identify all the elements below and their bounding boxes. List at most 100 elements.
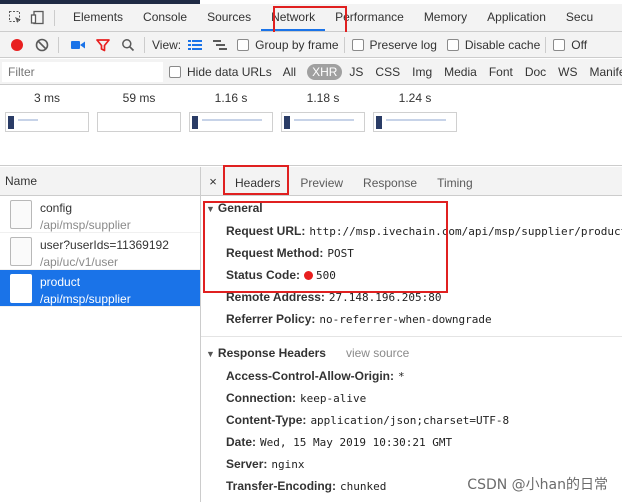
- thumb-sidebar: [192, 116, 198, 129]
- divider: [54, 9, 55, 26]
- filter-type-manifest[interactable]: Manifest: [585, 64, 622, 80]
- watermark: CSDN @小han的日常: [467, 477, 608, 493]
- thumb-content: [18, 119, 38, 121]
- thumb-content: [386, 119, 446, 121]
- network-toolbar: View: Group by frame Preserve log Disabl…: [0, 32, 622, 58]
- filmstrip-frame[interactable]: 3 ms: [5, 91, 89, 132]
- checkbox-box: [351, 38, 364, 51]
- header-row: Access-Control-Allow-Origin: *: [206, 365, 622, 387]
- frame-thumbnail: [5, 112, 89, 132]
- tab-memory[interactable]: Memory: [414, 4, 477, 31]
- header-key: Access-Control-Allow-Origin:: [226, 369, 395, 383]
- general-section-header[interactable]: ▼ General: [206, 196, 622, 220]
- header-value: Wed, 15 May 2019 10:30:21 GMT: [260, 436, 453, 449]
- header-key: Request URL:: [226, 224, 306, 238]
- filmstrip-frame[interactable]: 59 ms: [97, 91, 181, 132]
- tab-security[interactable]: Secu: [556, 4, 603, 31]
- frame-thumbnail: [373, 112, 457, 132]
- header-value: 27.148.196.205:80: [328, 291, 442, 304]
- filter-type-js[interactable]: JS: [344, 64, 368, 80]
- request-row[interactable]: config /api/msp/supplier: [0, 196, 200, 233]
- clear-icon[interactable]: [31, 34, 53, 56]
- tab-performance[interactable]: Performance: [325, 4, 414, 31]
- tab-console[interactable]: Console: [133, 4, 197, 31]
- filter-type-ws[interactable]: WS: [553, 64, 582, 80]
- tab-response[interactable]: Response: [353, 167, 427, 196]
- tab-timing[interactable]: Timing: [427, 167, 483, 196]
- list-view-icon[interactable]: [184, 34, 206, 56]
- filter-type-media[interactable]: Media: [439, 64, 482, 80]
- thumb-sidebar: [376, 116, 382, 129]
- header-row: Content-Type: application/json;charset=UT…: [206, 409, 622, 431]
- general-section: ▼ General Request URL: http://msp.ivechain…: [201, 196, 622, 330]
- hide-data-urls-checkbox[interactable]: Hide data URLs: [169, 65, 272, 79]
- frame-time: 1.16 s: [214, 91, 248, 105]
- search-icon[interactable]: [117, 34, 139, 56]
- header-key: Status Code:: [226, 268, 301, 282]
- tab-network[interactable]: Network: [261, 4, 326, 31]
- group-by-frame-checkbox[interactable]: Group by frame: [237, 37, 339, 52]
- section-divider: [201, 336, 622, 337]
- filmstrip-frame[interactable]: 1.16 s: [189, 91, 273, 132]
- video-icon[interactable]: [67, 34, 89, 56]
- tab-preview[interactable]: Preview: [290, 167, 353, 196]
- header-key: Referrer Policy:: [226, 312, 316, 326]
- header-value: http://msp.ivechain.com/api/msp/supplier…: [309, 225, 622, 238]
- thumb-sidebar: [8, 116, 14, 129]
- checkbox-box: [237, 38, 250, 51]
- view-label: View:: [152, 37, 182, 52]
- filter-type-css[interactable]: CSS: [370, 64, 405, 80]
- filter-type-doc[interactable]: Doc: [520, 64, 551, 80]
- hide-data-urls-label: Hide data URLs: [187, 64, 272, 79]
- disable-cache-checkbox[interactable]: Disable cache: [446, 37, 541, 52]
- filter-type-all[interactable]: All: [278, 64, 301, 80]
- header-row-status-code: Status Code: 500: [206, 264, 622, 286]
- inspect-icon[interactable]: [4, 7, 26, 29]
- file-icon: [10, 274, 32, 303]
- filter-type-img[interactable]: Img: [407, 64, 437, 80]
- details-tabbar: × Headers Preview Response Timing: [201, 167, 622, 196]
- name-column-header[interactable]: Name: [0, 167, 200, 196]
- header-key: Remote Address:: [226, 290, 325, 304]
- thumb-content: [294, 119, 354, 121]
- filter-input[interactable]: [2, 61, 163, 82]
- checkbox-box: [446, 38, 459, 51]
- header-row-remote-address: Remote Address: 27.148.196.205:80: [206, 286, 622, 308]
- request-row-selected[interactable]: product /api/msp/supplier: [0, 270, 200, 307]
- header-value: chunked: [340, 480, 387, 493]
- divider: [58, 36, 59, 53]
- request-path: /api/msp/supplier: [40, 292, 131, 306]
- record-icon[interactable]: [6, 34, 28, 56]
- header-row-request-method: Request Method: POST: [206, 242, 622, 264]
- filmstrip-frame[interactable]: 1.24 s: [373, 91, 457, 132]
- response-headers-title: Response Headers: [217, 346, 326, 360]
- header-key: Date:: [226, 435, 257, 449]
- disable-cache-label: Disable cache: [464, 37, 541, 52]
- response-headers-section-header[interactable]: ▼ Response Headers view source: [206, 341, 622, 365]
- device-toggle-icon[interactable]: [26, 7, 48, 29]
- tab-sources[interactable]: Sources: [197, 4, 261, 31]
- frame-time: 59 ms: [122, 91, 156, 105]
- tab-headers[interactable]: Headers: [225, 167, 290, 196]
- devtools-tabbar: Elements Console Sources Network Perform…: [0, 4, 622, 32]
- filter-type-xhr[interactable]: XHR: [307, 63, 343, 80]
- offline-checkbox[interactable]: Off: [553, 38, 587, 52]
- group-by-frame-label: Group by frame: [255, 37, 339, 52]
- waterfall-view-icon[interactable]: [209, 34, 231, 56]
- frame-time: 1.18 s: [306, 91, 340, 105]
- tab-elements[interactable]: Elements: [63, 4, 133, 31]
- tab-application[interactable]: Application: [477, 4, 556, 31]
- filmstrip-frame[interactable]: 1.18 s: [281, 91, 365, 132]
- filter-type-font[interactable]: Font: [484, 64, 518, 80]
- close-icon[interactable]: ×: [201, 174, 225, 189]
- checkbox-box: [169, 65, 181, 78]
- preserve-log-checkbox[interactable]: Preserve log: [351, 38, 437, 52]
- collapse-triangle-icon: ▼: [206, 204, 215, 214]
- request-row[interactable]: user?userIds=11369192 /api/uc/v1/user: [0, 233, 200, 270]
- header-row: Connection: keep-alive: [206, 387, 622, 409]
- filter-icon[interactable]: [92, 34, 114, 56]
- header-row-referrer-policy: Referrer Policy: no-referrer-when-downgra…: [206, 308, 622, 330]
- view-source-link[interactable]: view source: [346, 346, 409, 360]
- request-text: product /api/msp/supplier: [40, 274, 131, 308]
- frame-time: 3 ms: [33, 91, 60, 105]
